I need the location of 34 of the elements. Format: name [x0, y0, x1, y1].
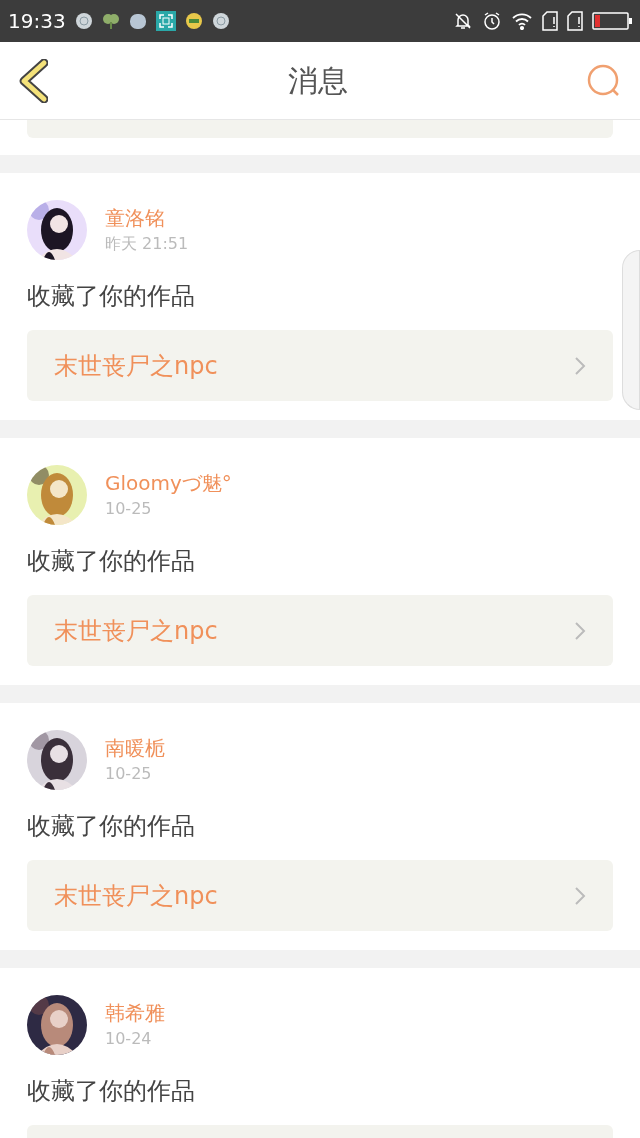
message-time: 10-25: [105, 763, 153, 785]
message-text: 收藏了你的作品: [27, 811, 196, 842]
battery-icon: [592, 12, 632, 30]
bell-off-icon: [453, 11, 473, 31]
chevron-right-icon: [574, 620, 586, 641]
side-handle[interactable]: [622, 250, 640, 410]
notification-icon: [128, 12, 147, 30]
chevron-right-icon: [574, 885, 586, 906]
wifi-icon: [511, 12, 533, 30]
work-link[interactable]: 末世丧尸之npc: [27, 860, 613, 931]
notification-icon: [184, 12, 203, 30]
back-button[interactable]: [18, 58, 50, 103]
work-link[interactable]: 末世丧尸之npc: [27, 595, 613, 666]
work-link[interactable]: 末世丧尸之npc: [27, 330, 613, 401]
chevron-right-icon: [574, 355, 586, 376]
clock: 19:33: [8, 8, 66, 35]
page-title: 消息: [288, 62, 348, 100]
user-name[interactable]: 童洛铭: [105, 204, 189, 232]
message-time: 昨天 21:51: [105, 233, 189, 255]
user-name[interactable]: Gloomyづ魅°: [105, 469, 232, 497]
message-time: 10-25: [105, 498, 153, 520]
notification-icon: [74, 12, 93, 30]
user-name[interactable]: 韩希雅: [105, 999, 165, 1027]
notification-icon: [211, 12, 230, 30]
scan-icon: [155, 11, 176, 31]
message-text: 收藏了你的作品: [27, 1076, 196, 1107]
user-name[interactable]: 南暖栀: [105, 734, 165, 762]
message-text: 收藏了你的作品: [27, 281, 196, 312]
sim-icon: [567, 11, 583, 31]
message-text: 收藏了你的作品: [27, 546, 196, 577]
alarm-icon: [482, 11, 502, 31]
message-time: 10-24: [105, 1028, 153, 1050]
sim-icon: [542, 11, 558, 31]
tree-icon: [101, 12, 120, 30]
